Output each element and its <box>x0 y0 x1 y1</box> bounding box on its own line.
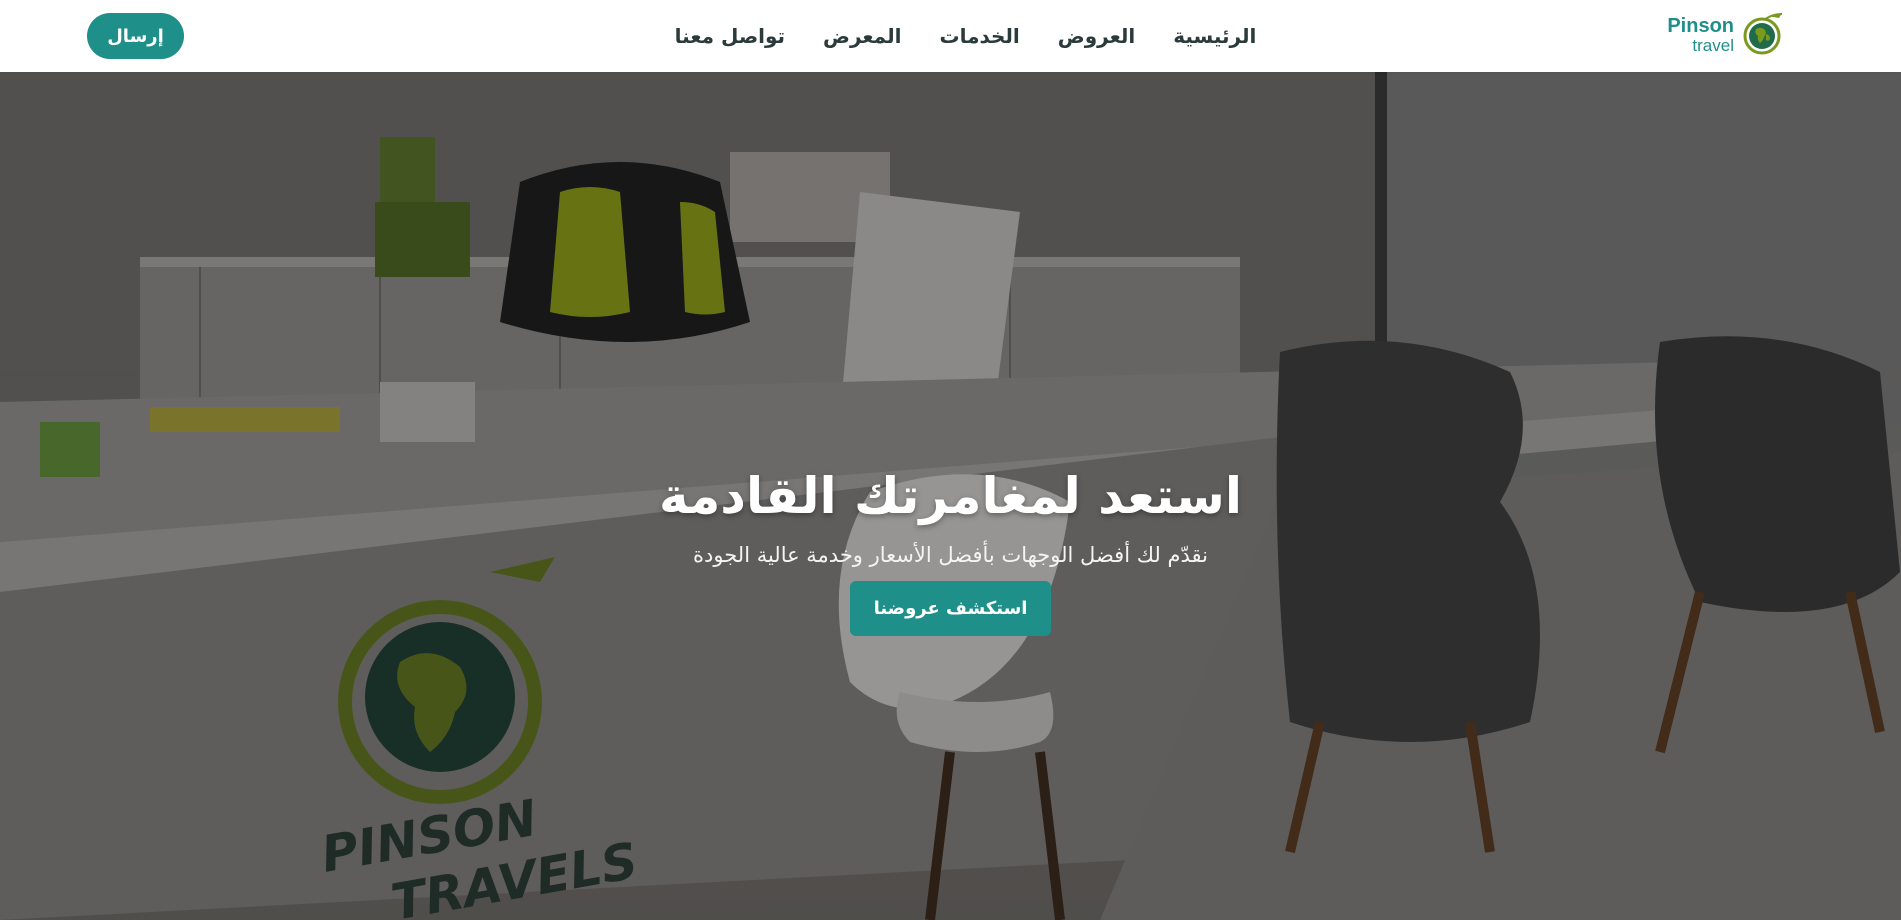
explore-offers-button[interactable]: استكشف عروضنا <box>850 581 1051 636</box>
nav-item-gallery[interactable]: المعرض <box>823 24 901 48</box>
globe-plane-icon <box>1742 10 1786 60</box>
hero-section: PINSON TRAVELS استعد لمغامرتك القادمة نق… <box>0 72 1901 920</box>
nav-item-contact[interactable]: تواصل معنا <box>675 24 785 48</box>
hero-content: استعد لمغامرتك القادمة نقدّم لك أفضل الو… <box>0 467 1901 636</box>
nav-item-home[interactable]: الرئيسية <box>1173 24 1256 48</box>
hero-title: استعد لمغامرتك القادمة <box>659 467 1242 525</box>
main-nav: الرئيسية العروض الخدمات المعرض تواصل معن… <box>0 0 1901 72</box>
nav-item-offers[interactable]: العروض <box>1058 24 1135 48</box>
logo-text: Pinson travel <box>1667 16 1734 54</box>
nav-item-services[interactable]: الخدمات <box>939 24 1019 48</box>
hero-subtitle: نقدّم لك أفضل الوجهات بأفضل الأسعار وخدم… <box>693 543 1208 567</box>
logo-name: Pinson <box>1667 15 1734 37</box>
logo-sub: travel <box>1692 36 1734 55</box>
site-header: إرسال الرئيسية العروض الخدمات المعرض توا… <box>0 0 1901 72</box>
site-logo[interactable]: Pinson travel <box>1667 12 1786 58</box>
